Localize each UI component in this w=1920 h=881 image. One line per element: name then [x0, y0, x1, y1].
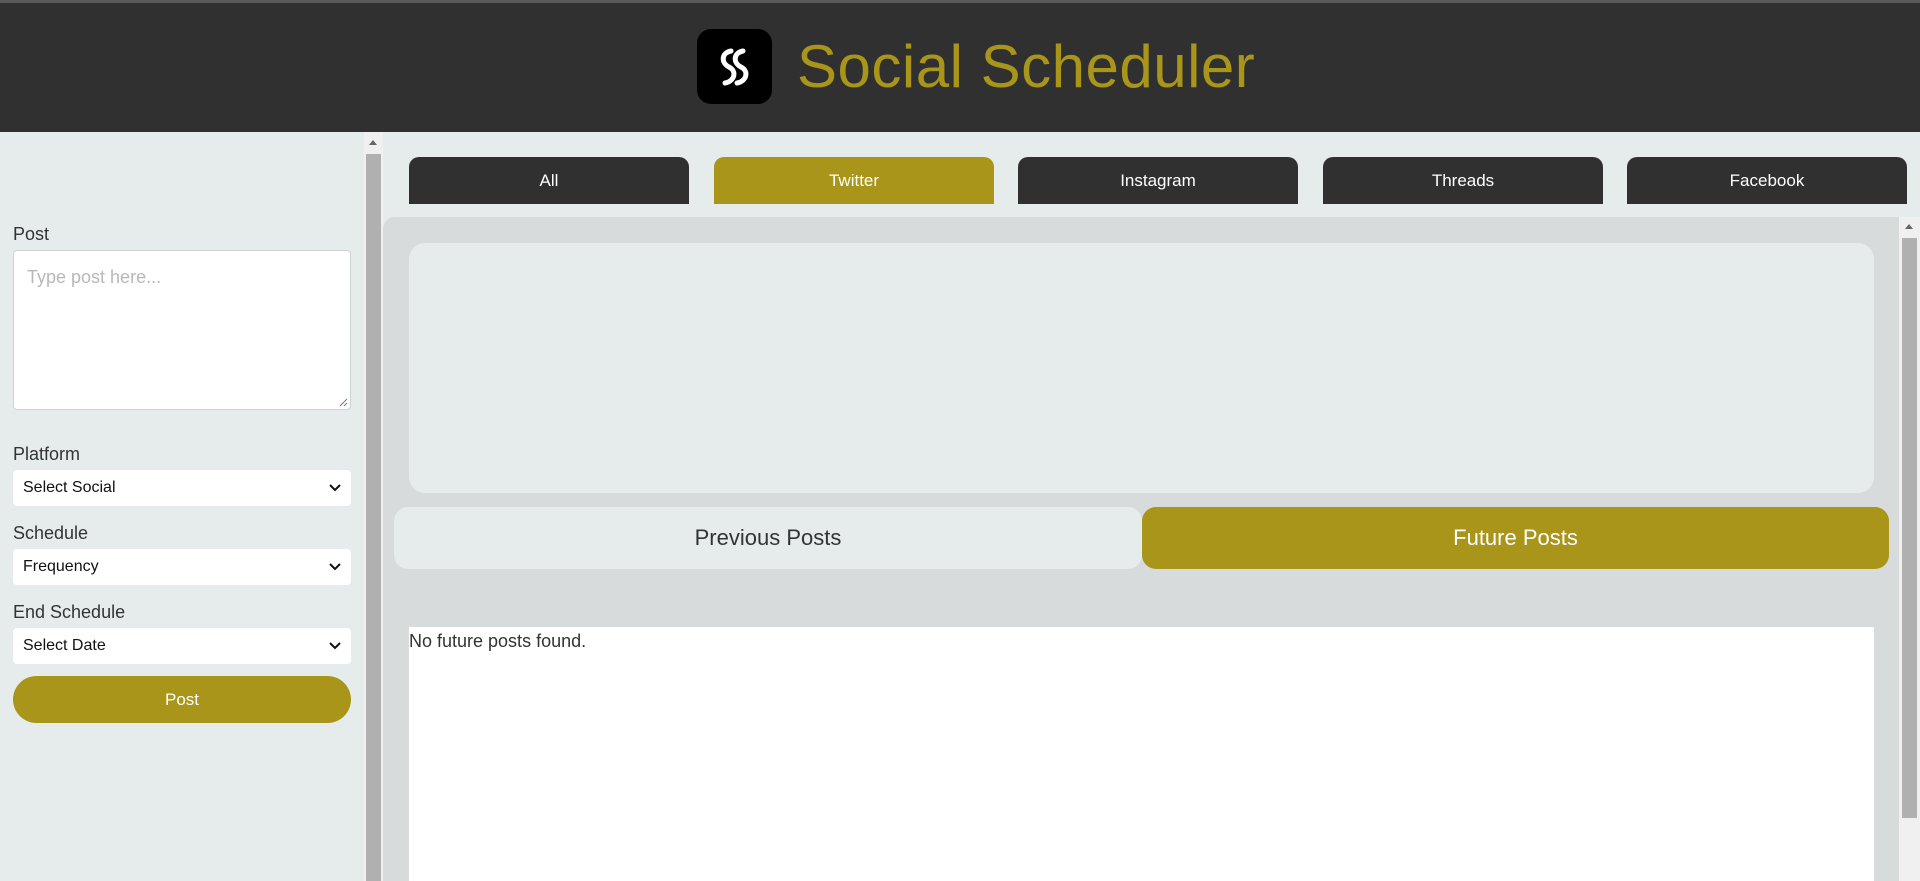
platform-select-value: Select Social: [23, 479, 116, 496]
chevron-down-icon: [329, 563, 341, 571]
compose-sidebar: Post Platform Select Social Schedule Fre…: [0, 132, 364, 881]
chevron-down-icon: [329, 642, 341, 650]
future-posts-button[interactable]: Future Posts: [1142, 507, 1889, 569]
main-scroll-thumb[interactable]: [1902, 238, 1917, 818]
end-schedule-label: End Schedule: [13, 602, 126, 622]
chevron-down-icon: [329, 484, 341, 492]
resize-grip-icon[interactable]: [338, 397, 348, 407]
empty-posts-message: No future posts found.: [409, 631, 587, 651]
platform-label: Platform: [13, 444, 81, 464]
end-schedule-select-value: Select Date: [23, 637, 106, 654]
tab-threads[interactable]: Threads: [1323, 157, 1603, 204]
tab-twitter[interactable]: Twitter: [714, 157, 994, 204]
schedule-select[interactable]: Frequency: [13, 549, 351, 585]
main-area: All Twitter Instagram Threads Facebook P…: [383, 132, 1920, 881]
previous-posts-button[interactable]: Previous Posts: [394, 507, 1142, 569]
tab-instagram[interactable]: Instagram: [1018, 157, 1298, 204]
post-preview-area: [409, 243, 1874, 493]
main-scrollbar[interactable]: [1899, 217, 1920, 881]
app-title: Social Scheduler: [797, 33, 1256, 100]
post-button[interactable]: Post: [13, 676, 351, 723]
posts-list: No future posts found.: [409, 627, 1874, 881]
end-schedule-select[interactable]: Select Date: [13, 628, 351, 664]
scroll-up-arrow-icon[interactable]: [1905, 224, 1913, 229]
platform-select[interactable]: Select Social: [13, 470, 351, 506]
post-label: Post: [13, 224, 50, 244]
app-header: Social Scheduler: [0, 3, 1920, 132]
ss-logo-icon: [697, 29, 772, 104]
scroll-up-arrow-icon[interactable]: [369, 140, 377, 145]
post-textarea[interactable]: [13, 250, 351, 410]
content-panel: Previous Posts Future Posts No future po…: [383, 217, 1900, 881]
schedule-label: Schedule: [13, 523, 89, 543]
sidebar-scroll-thumb[interactable]: [366, 154, 381, 881]
tab-all[interactable]: All: [409, 157, 689, 204]
schedule-select-value: Frequency: [23, 558, 99, 575]
tab-facebook[interactable]: Facebook: [1627, 157, 1907, 204]
sidebar-scrollbar[interactable]: [364, 132, 383, 881]
